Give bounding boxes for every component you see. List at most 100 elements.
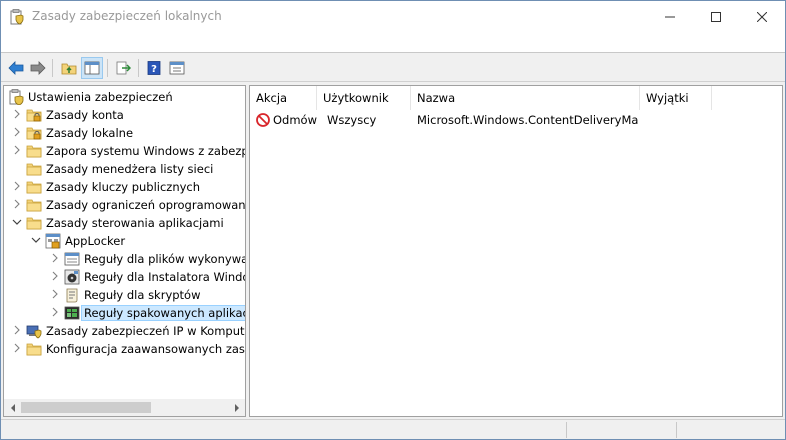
- tree-item[interactable]: Ustawienia zabezpieczeń: [4, 88, 245, 106]
- back-button[interactable]: [5, 57, 27, 79]
- tree-item-label: Zasady lokalne: [46, 126, 134, 140]
- deny-icon: [255, 112, 271, 128]
- column-header-action[interactable]: Akcja: [250, 86, 317, 110]
- tree-item-label: Reguły spakowanych aplikacji: [81, 305, 245, 321]
- applocker-icon: [45, 233, 61, 249]
- rule-name: Microsoft.Windows.ContentDeliveryMa...: [417, 113, 639, 127]
- tree-item[interactable]: Zasady ograniczeń oprogramowania: [4, 196, 246, 214]
- executable-rules-icon: [64, 251, 80, 267]
- chevron-right-icon: [234, 403, 239, 412]
- tree-item[interactable]: Zasady konta: [4, 106, 245, 124]
- tree-item-label: Zasady zabezpieczeń IP w Komputer l: [46, 324, 246, 338]
- folder-lock-icon: [26, 125, 42, 141]
- chevron-right-icon[interactable]: [50, 307, 60, 319]
- chevron-right-icon[interactable]: [12, 109, 22, 121]
- show-hide-tree-icon: [84, 61, 100, 75]
- scrollbar-thumb[interactable]: [21, 402, 151, 413]
- tree-item[interactable]: Zapora systemu Windows z zabezpiec: [4, 142, 246, 160]
- toolbar: ?: [1, 54, 785, 82]
- chevron-right-icon[interactable]: [50, 253, 60, 265]
- rule-action: Odmów: [273, 113, 317, 127]
- chevron-right-icon[interactable]: [50, 271, 60, 283]
- chevron-right-icon[interactable]: [50, 289, 60, 301]
- tree-item-label: Zasady kluczy publicznych: [46, 180, 201, 194]
- folder-icon: [26, 143, 42, 159]
- tree-item[interactable]: Zasady menedżera listy sieci: [4, 160, 245, 178]
- chevron-down-icon[interactable]: [12, 217, 22, 229]
- up-one-level-button[interactable]: [58, 57, 80, 79]
- security-settings-icon: [8, 89, 24, 106]
- tree-item[interactable]: Reguły dla Instalatora Window: [4, 268, 246, 286]
- close-icon: [757, 11, 767, 22]
- tree-item[interactable]: Zasady kluczy publicznych: [4, 178, 245, 196]
- chevron-left-icon: [10, 403, 15, 412]
- table-row[interactable]: Odmów Wszyscy Microsoft.Windows.ContentD…: [250, 111, 782, 129]
- column-header-exceptions[interactable]: Wyjątki: [640, 86, 712, 110]
- ip-security-icon: [26, 323, 42, 339]
- rules-list[interactable]: Akcja Użytkownik Nazwa Wyjątki Odmów Wsz…: [249, 85, 783, 417]
- tree-item-label: Zapora systemu Windows z zabezpiec: [46, 144, 246, 158]
- export-list-button[interactable]: [112, 57, 134, 79]
- chevron-right-icon[interactable]: [12, 145, 22, 157]
- close-button[interactable]: [739, 1, 785, 32]
- tree-item[interactable]: Reguły spakowanych aplikacji: [4, 304, 245, 322]
- folder-icon: [26, 215, 42, 231]
- scroll-left-button[interactable]: [4, 399, 21, 416]
- toolbar-separator: [52, 59, 53, 77]
- main-window: Zasady zabezpieczeń lokalnych ? Ustawien…: [0, 0, 786, 440]
- tree-item-label: Zasady sterowania aplikacjami: [46, 216, 224, 230]
- minimize-button[interactable]: [647, 1, 693, 32]
- column-header-name[interactable]: Nazwa: [411, 86, 640, 110]
- tree-item-label: Konfiguracja zaawansowanych zasad: [46, 342, 246, 356]
- chevron-right-icon[interactable]: [12, 181, 22, 193]
- properties-button[interactable]: [166, 57, 188, 79]
- tree-item[interactable]: Zasady zabezpieczeń IP w Komputer l: [4, 322, 246, 340]
- tree-item-label: Reguły dla plików wykonywalr: [84, 252, 246, 266]
- installer-rules-icon: [64, 269, 80, 285]
- back-arrow-icon: [8, 61, 24, 75]
- maximize-button[interactable]: [693, 1, 739, 32]
- folder-icon: [26, 197, 42, 213]
- help-button[interactable]: ?: [143, 57, 165, 79]
- title-bar: Zasady zabezpieczeń lokalnych: [1, 1, 785, 32]
- column-header-user[interactable]: Użytkownik: [317, 86, 411, 110]
- tree-item-label: Ustawienia zabezpieczeń: [28, 90, 173, 104]
- status-bar: [1, 419, 785, 439]
- chevron-right-icon[interactable]: [12, 325, 22, 337]
- script-rules-icon: [64, 287, 80, 303]
- maximize-icon: [711, 11, 721, 22]
- tree-item[interactable]: Reguły dla skryptów: [4, 286, 245, 304]
- tree-item-label: Zasady ograniczeń oprogramowania: [46, 198, 246, 212]
- tree-item[interactable]: Zasady lokalne: [4, 124, 245, 142]
- minimize-icon: [665, 16, 675, 17]
- status-separator: [566, 422, 567, 438]
- navigation-tree[interactable]: Ustawienia zabezpieczeń Zasady konta Zasad…: [3, 85, 246, 417]
- forward-button[interactable]: [27, 57, 49, 79]
- folder-icon: [26, 179, 42, 195]
- scroll-right-button[interactable]: [228, 399, 245, 416]
- tree-item-label: Reguły dla skryptów: [84, 288, 201, 302]
- toolbar-separator: [138, 59, 139, 77]
- status-separator: [676, 422, 677, 438]
- help-icon: ?: [147, 61, 161, 75]
- chevron-right-icon[interactable]: [12, 127, 22, 139]
- chevron-right-icon[interactable]: [12, 199, 22, 211]
- horizontal-scrollbar[interactable]: [4, 399, 245, 416]
- tree-item-label: Zasady menedżera listy sieci: [46, 162, 214, 176]
- folder-lock-icon: [26, 107, 42, 123]
- security-policy-app-icon: [10, 9, 24, 25]
- forward-arrow-icon: [30, 61, 46, 75]
- chevron-down-icon[interactable]: [31, 235, 41, 247]
- tree-item[interactable]: Konfiguracja zaawansowanych zasad: [4, 340, 246, 358]
- chevron-right-icon[interactable]: [12, 343, 22, 355]
- tree-item[interactable]: AppLocker: [4, 232, 245, 250]
- tree-item-label: AppLocker: [65, 234, 126, 248]
- show-hide-tree-button[interactable]: [81, 57, 103, 79]
- menu-bar: [1, 32, 785, 53]
- packaged-app-rules-icon: [64, 305, 80, 321]
- tree-item[interactable]: Zasady sterowania aplikacjami: [4, 214, 245, 232]
- rule-user: Wszyscy: [327, 113, 377, 127]
- tree-item-label: Reguły dla Instalatora Window: [84, 270, 246, 284]
- tree-item[interactable]: Reguły dla plików wykonywalr: [4, 250, 246, 268]
- up-folder-icon: [61, 63, 77, 75]
